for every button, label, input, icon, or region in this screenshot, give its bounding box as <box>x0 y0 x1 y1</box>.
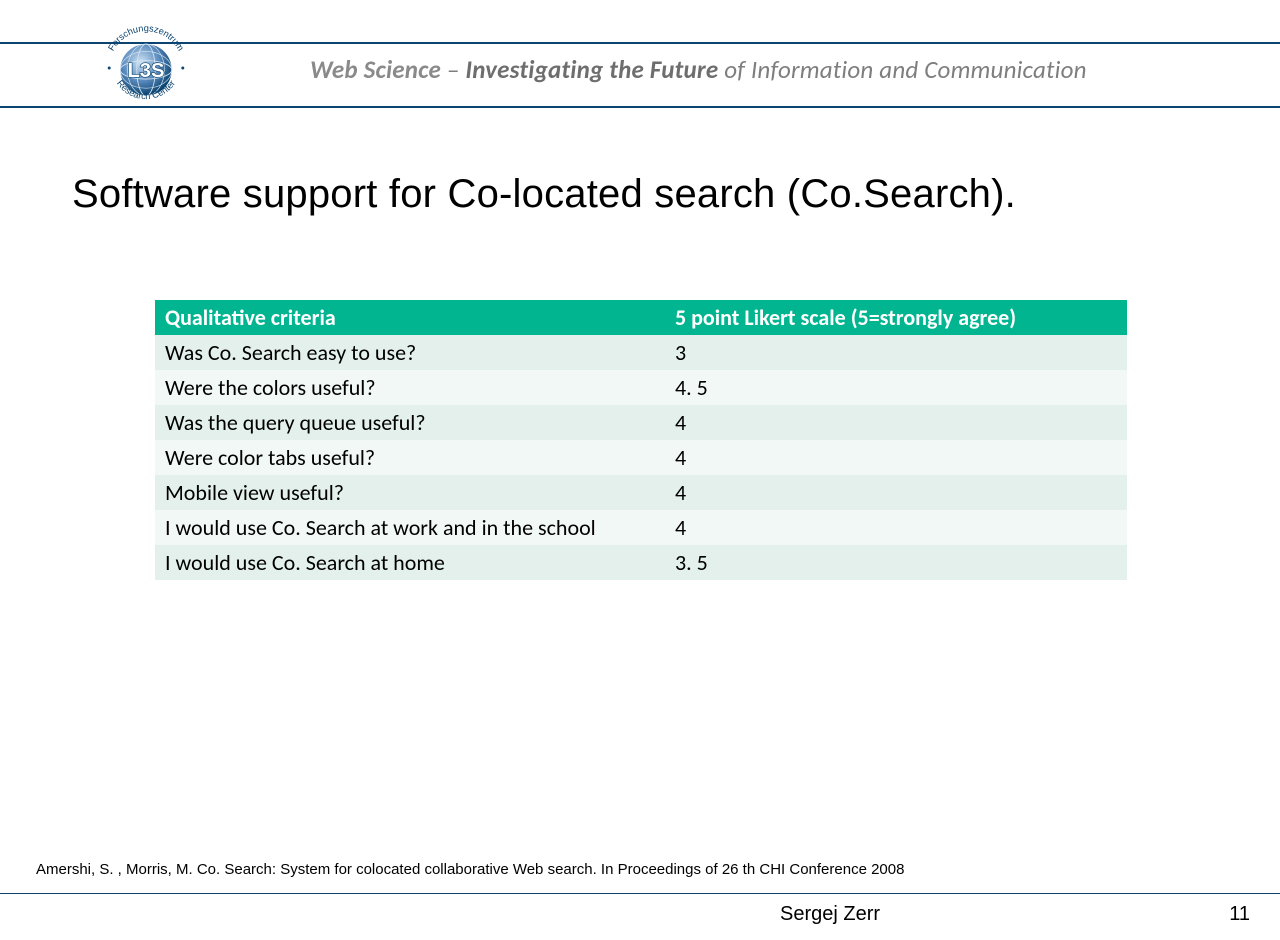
cell-value: 3 <box>665 335 1127 370</box>
tagline-lead: Web Science <box>310 54 441 85</box>
header-rule-bottom <box>0 106 1280 108</box>
cell-criteria: Were color tabs useful? <box>155 440 665 475</box>
table-header-criteria: Qualitative criteria <box>155 300 665 335</box>
criteria-table: Qualitative criteria 5 point Likert scal… <box>155 300 1127 580</box>
table-row: Was the query queue useful?4 <box>155 405 1127 440</box>
table-header-scale: 5 point Likert scale (5=strongly agree) <box>665 300 1127 335</box>
cell-criteria: I would use Co. Search at home <box>155 545 665 580</box>
footer-rule <box>0 893 1280 894</box>
table-row: I would use Co. Search at work and in th… <box>155 510 1127 545</box>
tagline-emphasis: Investigating the Future <box>465 54 718 85</box>
cell-criteria: Were the colors useful? <box>155 370 665 405</box>
cell-criteria: Mobile view useful? <box>155 475 665 510</box>
cell-value: 3. 5 <box>665 545 1127 580</box>
header-tagline: Web Science – Investigating the Future o… <box>310 54 1260 85</box>
cell-criteria: Was Co. Search easy to use? <box>155 335 665 370</box>
cell-value: 4 <box>665 440 1127 475</box>
footer-author: Sergej Zerr <box>780 903 880 926</box>
cell-criteria: Was the query queue useful? <box>155 405 665 440</box>
citation-text: Amershi, S. , Morris, M. Co. Search: Sys… <box>36 861 904 878</box>
l3s-logo: Forschungszentrum L3S Research Center <box>100 22 192 114</box>
table-row: Were the colors useful?4. 5 <box>155 370 1127 405</box>
cell-value: 4 <box>665 510 1127 545</box>
table-row: Mobile view useful?4 <box>155 475 1127 510</box>
cell-criteria: I would use Co. Search at work and in th… <box>155 510 665 545</box>
table-row: I would use Co. Search at home3. 5 <box>155 545 1127 580</box>
footer-page-number: 11 <box>1229 903 1250 926</box>
tagline-tail: of Information and Communication <box>718 54 1086 85</box>
cell-value: 4. 5 <box>665 370 1127 405</box>
logo-text: L3S <box>127 60 164 82</box>
table-header-row: Qualitative criteria 5 point Likert scal… <box>155 300 1127 335</box>
tagline-sep: – <box>441 54 465 85</box>
cell-value: 4 <box>665 475 1127 510</box>
slide-header: Forschungszentrum L3S Research Center We… <box>0 0 1280 115</box>
header-rule-top <box>0 42 1280 44</box>
slide-title: Software support for Co-located search (… <box>72 172 1016 217</box>
table-row: Were color tabs useful?4 <box>155 440 1127 475</box>
cell-value: 4 <box>665 405 1127 440</box>
table-row: Was Co. Search easy to use?3 <box>155 335 1127 370</box>
